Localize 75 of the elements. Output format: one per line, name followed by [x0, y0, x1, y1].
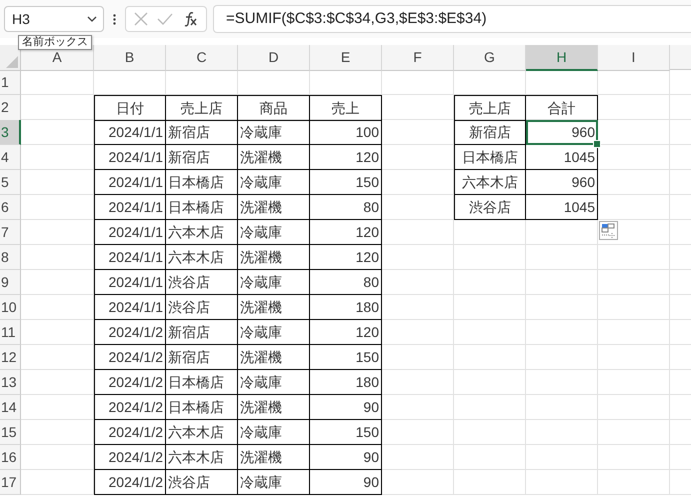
table-cell: 100 — [310, 120, 382, 145]
table-cell: 120 — [310, 220, 382, 245]
table-cell: 日本橋店 — [166, 195, 238, 220]
table-cell: 960 — [526, 170, 598, 195]
tooltip: 名前ボックス — [18, 35, 92, 50]
table-cell: 80 — [310, 270, 382, 295]
table-cell: 1045 — [526, 195, 598, 220]
table-cell: 洗濯機 — [238, 145, 310, 170]
table-cell: 洗濯機 — [238, 245, 310, 270]
table-cell: 120 — [310, 320, 382, 345]
table-cell: 2024/1/2 — [94, 395, 166, 420]
table-cell: 新宿店 — [166, 345, 238, 370]
table-cell: 80 — [310, 195, 382, 220]
table-cell: 180 — [310, 370, 382, 395]
table-cell: 150 — [310, 345, 382, 370]
table-cell: 渋谷店 — [454, 195, 526, 220]
table-cell: 冷蔵庫 — [238, 320, 310, 345]
table-cell: 90 — [310, 395, 382, 420]
table-cell: 洗濯機 — [238, 395, 310, 420]
table-cell: 2024/1/1 — [94, 120, 166, 145]
column-heading: 合計 — [526, 95, 598, 121]
table-cell: 洗濯機 — [238, 295, 310, 320]
table-cell: 六本木店 — [166, 420, 238, 445]
table-cell: 日本橋店 — [166, 395, 238, 420]
table-cell: 洗濯機 — [238, 445, 310, 470]
table-cell: 冷蔵庫 — [238, 170, 310, 195]
table-cell: 2024/1/1 — [94, 170, 166, 195]
table-cell: 2024/1/2 — [94, 420, 166, 445]
table-cell: 新宿店 — [166, 320, 238, 345]
table-cell: 冷蔵庫 — [238, 270, 310, 295]
table-cell: 日本橋店 — [454, 145, 526, 170]
table-cell: 洗濯機 — [238, 345, 310, 370]
table-cell: 日本橋店 — [166, 370, 238, 395]
table-cell: 渋谷店 — [166, 270, 238, 295]
table-cell: 90 — [310, 470, 382, 495]
table-cell: 新宿店 — [166, 145, 238, 170]
table-cell: 2024/1/2 — [94, 470, 166, 495]
column-heading: 売上店 — [454, 95, 526, 121]
table-cell: 冷蔵庫 — [238, 420, 310, 445]
table-cell: 2024/1/2 — [94, 370, 166, 395]
table-cell: 日本橋店 — [166, 170, 238, 195]
table-cell: 180 — [310, 295, 382, 320]
table-cell: 六本木店 — [166, 245, 238, 270]
table-cell: 渋谷店 — [166, 295, 238, 320]
table-cell: 960 — [526, 120, 598, 145]
table-cell: 2024/1/2 — [94, 320, 166, 345]
table-cell: 2024/1/2 — [94, 345, 166, 370]
table-cell: 2024/1/2 — [94, 445, 166, 470]
table-cell: 洗濯機 — [238, 195, 310, 220]
column-heading: 商品 — [238, 95, 310, 121]
table-cell: 150 — [310, 170, 382, 195]
table-cell: 2024/1/1 — [94, 245, 166, 270]
table-cell: 2024/1/1 — [94, 270, 166, 295]
column-heading: 日付 — [94, 95, 166, 121]
table-cell: 2024/1/1 — [94, 295, 166, 320]
table-cell: 120 — [310, 245, 382, 270]
table-cell: 2024/1/1 — [94, 195, 166, 220]
table-cell: 2024/1/1 — [94, 145, 166, 170]
table-cell: 1045 — [526, 145, 598, 170]
table-cell: 2024/1/1 — [94, 220, 166, 245]
table-cell: 120 — [310, 145, 382, 170]
table-cell: 新宿店 — [166, 120, 238, 145]
table-cell: 150 — [310, 420, 382, 445]
column-heading: 売上店 — [166, 95, 238, 121]
table-cell: 冷蔵庫 — [238, 120, 310, 145]
table-cell: 六本木店 — [454, 170, 526, 195]
table-cell: 六本木店 — [166, 220, 238, 245]
table-cell: 冷蔵庫 — [238, 370, 310, 395]
table-cell: 六本木店 — [166, 445, 238, 470]
table-cell: 新宿店 — [454, 120, 526, 145]
column-heading: 売上 — [310, 95, 382, 121]
table-cell: 渋谷店 — [166, 470, 238, 495]
table-cell: 90 — [310, 445, 382, 470]
table-cell: 冷蔵庫 — [238, 470, 310, 495]
table-cell: 冷蔵庫 — [238, 220, 310, 245]
